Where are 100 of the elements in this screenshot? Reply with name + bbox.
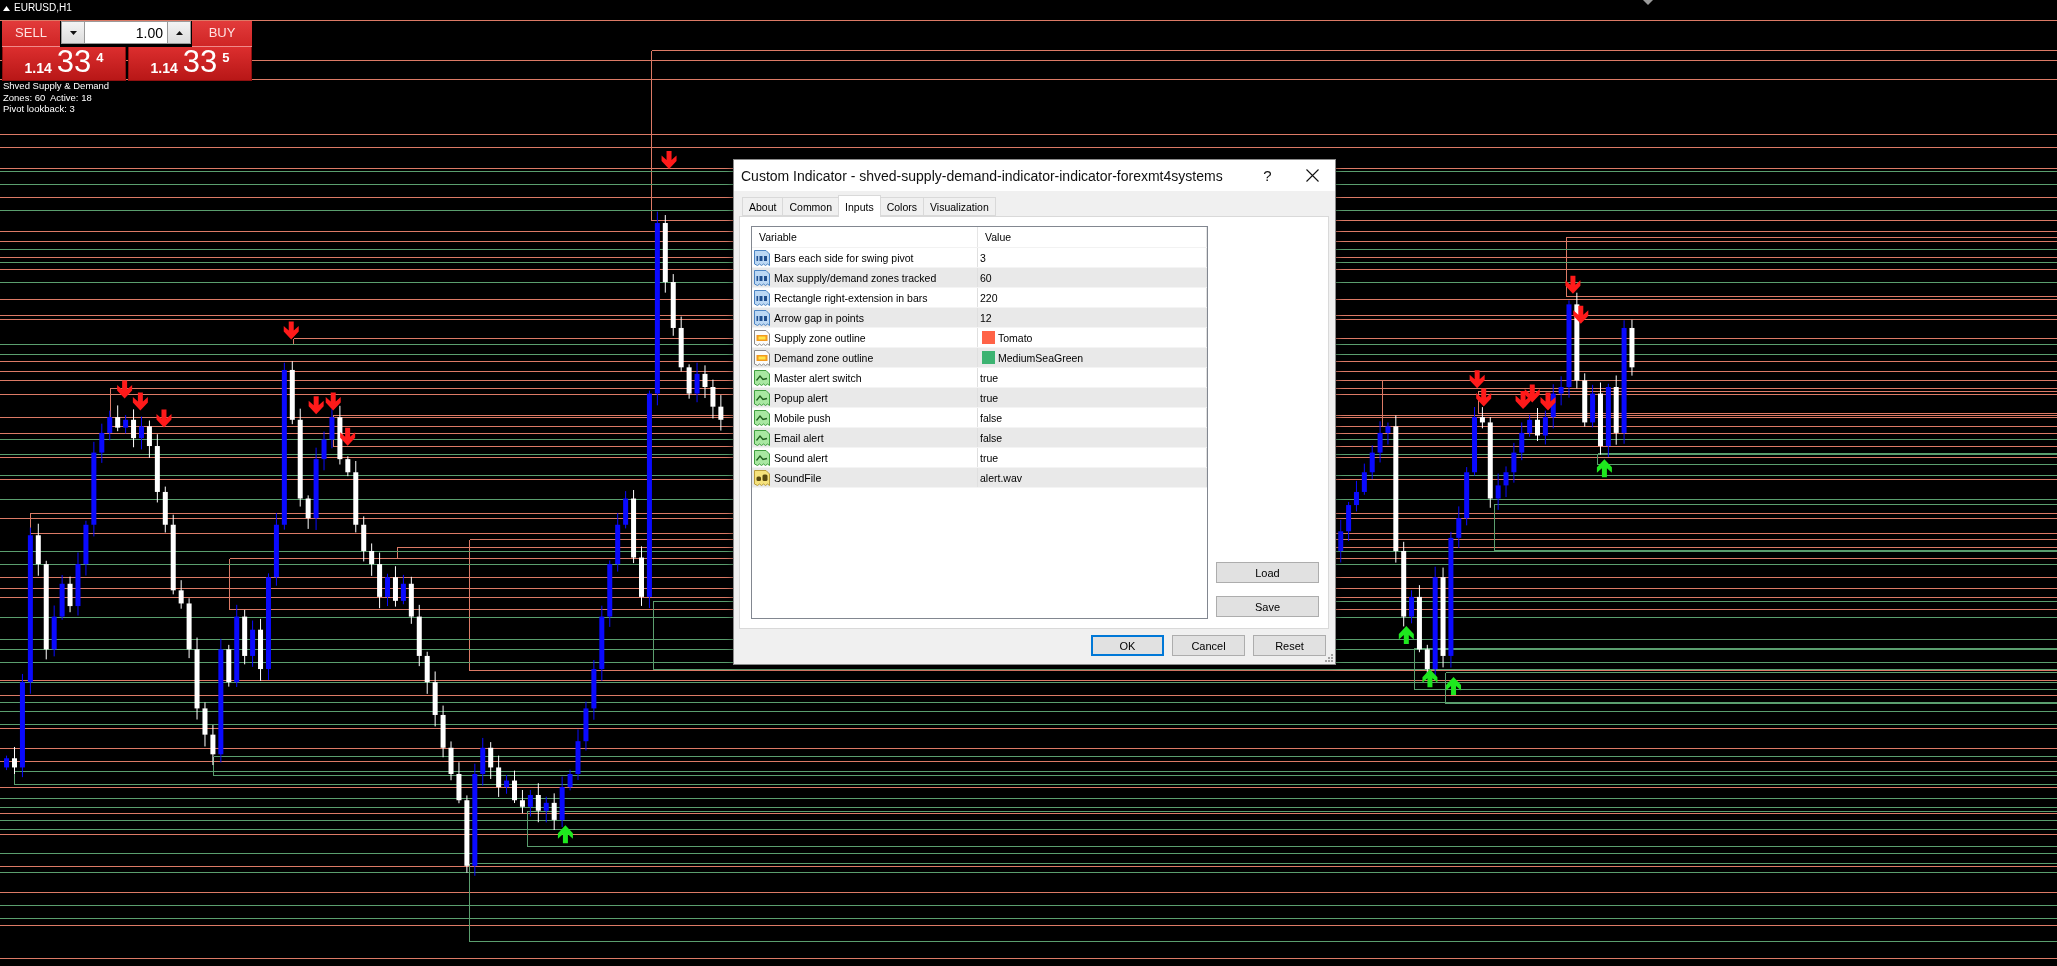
parameter-row[interactable]: SoundFile alert.wav — [752, 468, 1207, 488]
parameter-row[interactable]: Email alert false — [752, 428, 1207, 448]
down-arrow-icon — [340, 427, 356, 446]
up-arrow-icon — [1398, 625, 1414, 644]
number-type-icon — [754, 249, 770, 266]
boolean-type-icon — [754, 369, 770, 386]
down-arrow-icon — [325, 392, 341, 411]
price-prefix: 1.14 — [24, 61, 52, 75]
parameter-name: Email alert — [774, 431, 824, 444]
color-type-icon — [754, 329, 770, 346]
parameter-value: 3 — [980, 251, 986, 264]
price-big-digits: 33 — [56, 49, 92, 75]
parameter-name: Master alert switch — [774, 371, 862, 384]
down-arrow-icon — [1573, 305, 1589, 324]
collapse-triangle-icon[interactable] — [3, 5, 10, 11]
parameter-row[interactable]: Mobile push false — [752, 408, 1207, 428]
parameter-row[interactable]: Bars each side for swing pivot 3 — [752, 248, 1207, 268]
parameter-name: Mobile push — [774, 411, 831, 424]
down-arrow-icon — [1540, 392, 1556, 411]
parameter-row[interactable]: Sound alert true — [752, 448, 1207, 468]
parameter-value: true — [980, 371, 999, 384]
down-arrow-icon — [1524, 384, 1540, 403]
parameter-name: Max supply/demand zones tracked — [774, 271, 937, 284]
up-arrow-icon — [557, 825, 573, 844]
price-big-digits: 33 — [182, 49, 218, 75]
color-type-icon — [754, 349, 770, 366]
down-arrow-icon — [308, 396, 324, 415]
parameter-row[interactable]: Supply zone outline Tomato — [752, 328, 1207, 348]
parameter-row[interactable]: Demand zone outline MediumSeaGreen — [752, 348, 1207, 368]
tab[interactable]: About — [742, 197, 784, 216]
dialog-button[interactable]: Cancel — [1172, 635, 1245, 656]
boolean-type-icon — [754, 449, 770, 466]
buy-button[interactable]: BUY — [192, 21, 252, 47]
parameter-name: SoundFile — [774, 471, 822, 484]
boolean-type-icon — [754, 429, 770, 446]
down-arrow-icon — [156, 409, 172, 428]
text-type-icon — [754, 469, 770, 486]
help-button[interactable]: ? — [1245, 160, 1290, 191]
down-arrow-icon — [117, 380, 133, 399]
column-header[interactable]: Value — [978, 227, 1207, 247]
dialog-title: Custom Indicator - shved-supply-demand-indicator-indicator-forexmt4systems — [740, 167, 1224, 184]
parameter-name: Arrow gap in points — [774, 311, 864, 324]
number-type-icon — [754, 309, 770, 326]
resize-grip-icon[interactable] — [1325, 654, 1333, 662]
up-arrow-icon — [1446, 677, 1462, 696]
down-arrow-icon — [132, 392, 148, 411]
up-arrow-icon — [1596, 459, 1612, 478]
parameter-name: Rectangle right-extension in bars — [774, 291, 928, 304]
lot-decrease-button[interactable] — [61, 21, 85, 44]
parameter-value: false — [980, 411, 1003, 424]
parameter-row[interactable]: Arrow gap in points 12 — [752, 308, 1207, 328]
number-type-icon — [754, 269, 770, 286]
shift-marker-icon[interactable] — [1643, 0, 1653, 5]
down-arrow-icon — [1469, 370, 1485, 389]
parameter-value: true — [980, 451, 999, 464]
parameter-row[interactable]: Max supply/demand zones tracked 60 — [752, 268, 1207, 288]
parameter-value: true — [980, 391, 999, 404]
dialog-button[interactable]: OK — [1091, 635, 1164, 656]
boolean-type-icon — [754, 409, 770, 426]
indicator-status-text: Zones: 60 Active: 18 — [3, 91, 93, 103]
parameter-name: Popup alert — [774, 391, 828, 404]
price-prefix: 1.14 — [150, 61, 178, 75]
caret-up-icon — [175, 30, 183, 35]
tab[interactable]: Visualization — [923, 197, 996, 216]
parameter-value: 220 — [980, 291, 998, 304]
tab[interactable]: Colors — [879, 197, 924, 216]
price-pip-digit: 5 — [222, 51, 230, 64]
save-button[interactable]: Save — [1216, 596, 1319, 617]
tab[interactable]: Inputs — [838, 195, 881, 217]
tab[interactable]: Common — [782, 197, 840, 216]
column-header[interactable]: Variable — [752, 227, 978, 247]
dialog-button[interactable]: Reset — [1253, 635, 1326, 656]
parameter-value: Tomato — [998, 331, 1033, 344]
number-type-icon — [754, 289, 770, 306]
parameter-value: MediumSeaGreen — [998, 351, 1084, 364]
down-arrow-icon — [661, 151, 677, 170]
indicator-status-text: Shved Supply & Demand — [3, 80, 110, 92]
parameter-row[interactable]: Rectangle right-extension in bars 220 — [752, 288, 1207, 308]
parameter-row[interactable]: Master alert switch true — [752, 368, 1207, 388]
parameter-name: Supply zone outline — [774, 331, 866, 344]
indicator-status-text: Pivot lookback: 3 — [3, 103, 76, 115]
parameter-value: alert.wav — [980, 471, 1022, 484]
down-arrow-icon — [283, 321, 299, 340]
up-arrow-icon — [1422, 669, 1438, 688]
lot-size-field[interactable]: 1.00 — [85, 21, 167, 44]
down-arrow-icon — [1515, 391, 1531, 410]
lot-increase-button[interactable] — [167, 21, 191, 44]
parameter-value: 60 — [980, 271, 992, 284]
parameter-value: 12 — [980, 311, 992, 324]
parameter-name: Bars each side for swing pivot — [774, 251, 914, 264]
down-arrow-icon — [1565, 275, 1581, 294]
load-button[interactable]: Load — [1216, 562, 1319, 583]
sell-button[interactable]: SELL — [2, 21, 60, 47]
parameter-value: false — [980, 431, 1003, 444]
down-arrow-icon — [1476, 388, 1492, 407]
parameter-row[interactable]: Popup alert true — [752, 388, 1207, 408]
parameter-name: Sound alert — [774, 451, 828, 464]
price-pip-digit: 4 — [96, 51, 104, 64]
parameter-name: Demand zone outline — [774, 351, 874, 364]
caret-down-icon — [69, 30, 77, 35]
